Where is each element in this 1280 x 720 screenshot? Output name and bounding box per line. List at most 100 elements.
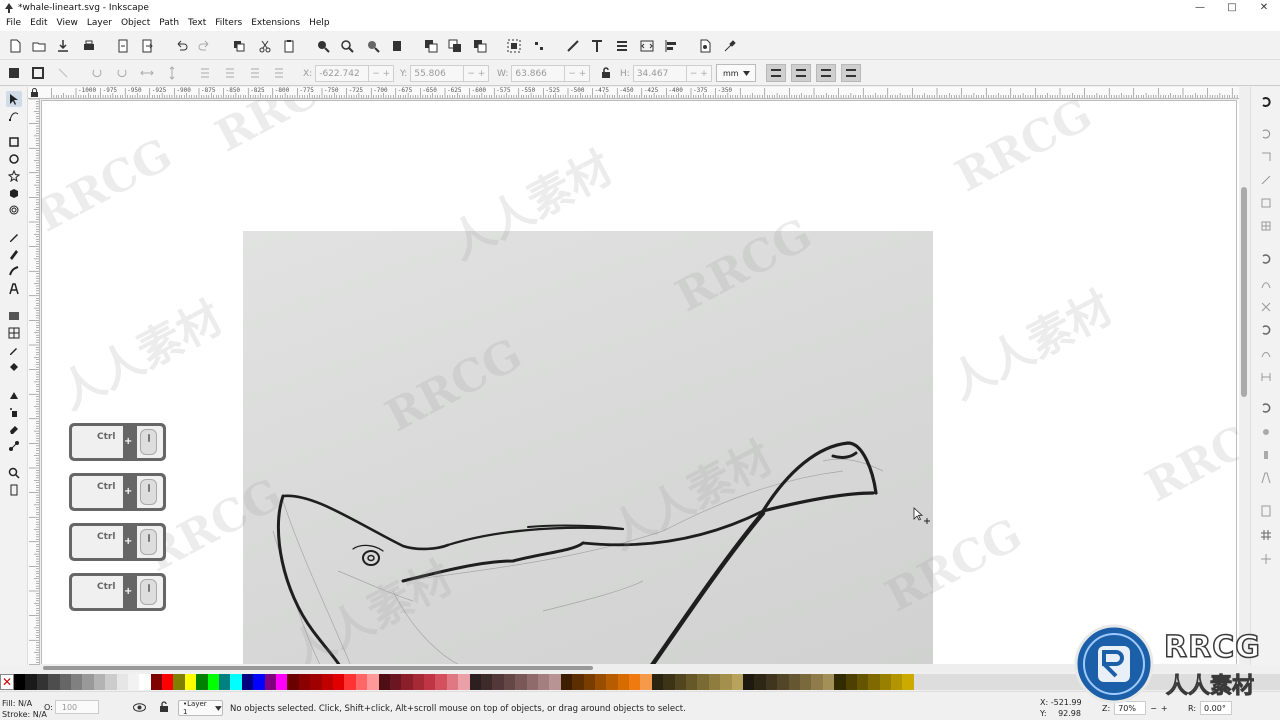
- zoom-page-icon[interactable]: [366, 39, 380, 53]
- palette-swatch[interactable]: [36, 674, 49, 690]
- transform-patterns-button[interactable]: [841, 64, 861, 82]
- palette-swatch[interactable]: [310, 674, 322, 690]
- lock-icon[interactable]: [600, 67, 612, 79]
- current-layer-select[interactable]: •Layer 1: [178, 700, 223, 716]
- tweak-tool[interactable]: [6, 387, 22, 403]
- palette-swatch[interactable]: [629, 674, 641, 690]
- fill-stroke-indicator[interactable]: Fill: N/A Stroke: N/A: [2, 698, 47, 720]
- select-all-icon[interactable]: [7, 66, 21, 80]
- unlink-clone-icon[interactable]: [473, 39, 487, 53]
- palette-swatch[interactable]: [537, 674, 550, 690]
- reference-photo[interactable]: [243, 231, 933, 665]
- eye-visibility-icon[interactable]: [133, 702, 146, 713]
- menu-help[interactable]: Help: [306, 18, 336, 28]
- flip-horizontal-icon[interactable]: [140, 66, 154, 80]
- save-icon[interactable]: [56, 39, 70, 53]
- palette-swatch[interactable]: [697, 674, 709, 690]
- palette-swatch[interactable]: [879, 674, 892, 690]
- scale-corners-button[interactable]: [791, 64, 811, 82]
- palette-swatch[interactable]: [469, 674, 482, 690]
- palette-swatch[interactable]: [788, 674, 800, 690]
- h-spinner[interactable]: − +: [686, 65, 712, 82]
- vertical-scrollbar[interactable]: [1239, 87, 1249, 665]
- close-button[interactable]: ✕: [1248, 0, 1280, 15]
- menu-view[interactable]: View: [54, 18, 84, 28]
- palette-swatch[interactable]: [321, 674, 333, 690]
- palette-swatch[interactable]: [435, 674, 447, 690]
- horizontal-scrollbar[interactable]: [41, 664, 1239, 672]
- palette-swatch[interactable]: [492, 674, 504, 690]
- palette-swatch[interactable]: [70, 674, 83, 690]
- palette-swatch[interactable]: [708, 674, 721, 690]
- palette-swatch[interactable]: [355, 674, 368, 690]
- palette-swatch[interactable]: [891, 674, 903, 690]
- align-distribute-icon[interactable]: [664, 39, 678, 53]
- pen-tool[interactable]: [6, 246, 22, 262]
- palette-swatch[interactable]: [139, 674, 151, 690]
- menu-extensions[interactable]: Extensions: [248, 18, 306, 28]
- snap-cusp-nodes-icon[interactable]: [1259, 323, 1273, 337]
- snap-bbox-corner-icon[interactable]: [1259, 173, 1273, 187]
- palette-swatch[interactable]: [674, 674, 687, 690]
- snap-bbox-center-icon[interactable]: [1259, 219, 1273, 233]
- palette-swatch[interactable]: [549, 674, 561, 690]
- palette-swatch[interactable]: [594, 674, 607, 690]
- palette-swatch[interactable]: [264, 674, 276, 690]
- spray-tool[interactable]: [6, 404, 22, 420]
- mesh-tool[interactable]: [6, 325, 22, 341]
- maximize-button[interactable]: □: [1216, 0, 1248, 15]
- selector-tool[interactable]: [6, 91, 22, 107]
- w-spinner[interactable]: − +: [565, 65, 591, 82]
- print-icon[interactable]: [82, 39, 96, 53]
- xml-editor-icon[interactable]: [640, 39, 654, 53]
- palette-swatch[interactable]: [344, 674, 356, 690]
- palette-swatch[interactable]: [777, 674, 789, 690]
- text-tool[interactable]: [6, 281, 22, 297]
- palette-swatch[interactable]: [526, 674, 538, 690]
- copy-icon[interactable]: [232, 39, 246, 53]
- palette-swatch[interactable]: [275, 674, 288, 690]
- node-tool[interactable]: [6, 108, 22, 124]
- snap-nodes-icon[interactable]: [1259, 252, 1273, 266]
- palette-swatch[interactable]: [162, 674, 174, 690]
- palette-swatch[interactable]: [663, 674, 675, 690]
- raise-top-icon[interactable]: [272, 66, 286, 80]
- palette-swatch[interactable]: [253, 674, 265, 690]
- palette-swatch[interactable]: [583, 674, 595, 690]
- calligraphy-tool[interactable]: [6, 263, 22, 279]
- snap-rotation-center-icon[interactable]: [1259, 448, 1273, 462]
- palette-swatch[interactable]: [754, 674, 766, 690]
- snap-paths-icon[interactable]: [1259, 277, 1273, 291]
- unit-select[interactable]: mm: [716, 64, 756, 82]
- palette-swatch[interactable]: [765, 674, 778, 690]
- connector-tool[interactable]: [6, 438, 22, 454]
- palette-swatch[interactable]: [606, 674, 618, 690]
- snap-guide-icon[interactable]: [1259, 552, 1273, 566]
- palette-swatch[interactable]: [834, 674, 846, 690]
- palette-swatch[interactable]: [856, 674, 869, 690]
- paint-bucket-tool[interactable]: [6, 359, 22, 375]
- palette-swatch[interactable]: [651, 674, 664, 690]
- w-input[interactable]: 63.866: [511, 65, 566, 82]
- palette-swatch[interactable]: [902, 674, 914, 690]
- horizontal-scroll-thumb[interactable]: [43, 666, 593, 670]
- snap-page-border-icon[interactable]: [1259, 504, 1273, 518]
- palette-swatch[interactable]: [219, 674, 231, 690]
- scale-stroke-button[interactable]: [766, 64, 786, 82]
- star-tool[interactable]: [6, 168, 22, 184]
- fill-stroke-icon[interactable]: [566, 39, 580, 53]
- palette-swatch[interactable]: [845, 674, 857, 690]
- palette-swatch[interactable]: [503, 674, 516, 690]
- vertical-scroll-thumb[interactable]: [1241, 187, 1247, 397]
- palette-swatch[interactable]: [868, 674, 880, 690]
- minimize-button[interactable]: —: [1184, 0, 1216, 15]
- palette-swatch[interactable]: [196, 674, 208, 690]
- guide-lock-icon[interactable]: [30, 88, 39, 98]
- layers-icon[interactable]: [615, 39, 629, 53]
- palette-swatch[interactable]: [207, 674, 220, 690]
- palette-swatch[interactable]: [720, 674, 732, 690]
- menu-layer[interactable]: Layer: [84, 18, 118, 28]
- deselect-icon[interactable]: [56, 66, 70, 80]
- text-font-icon[interactable]: [590, 39, 604, 53]
- zoom-selection-icon[interactable]: [316, 39, 330, 53]
